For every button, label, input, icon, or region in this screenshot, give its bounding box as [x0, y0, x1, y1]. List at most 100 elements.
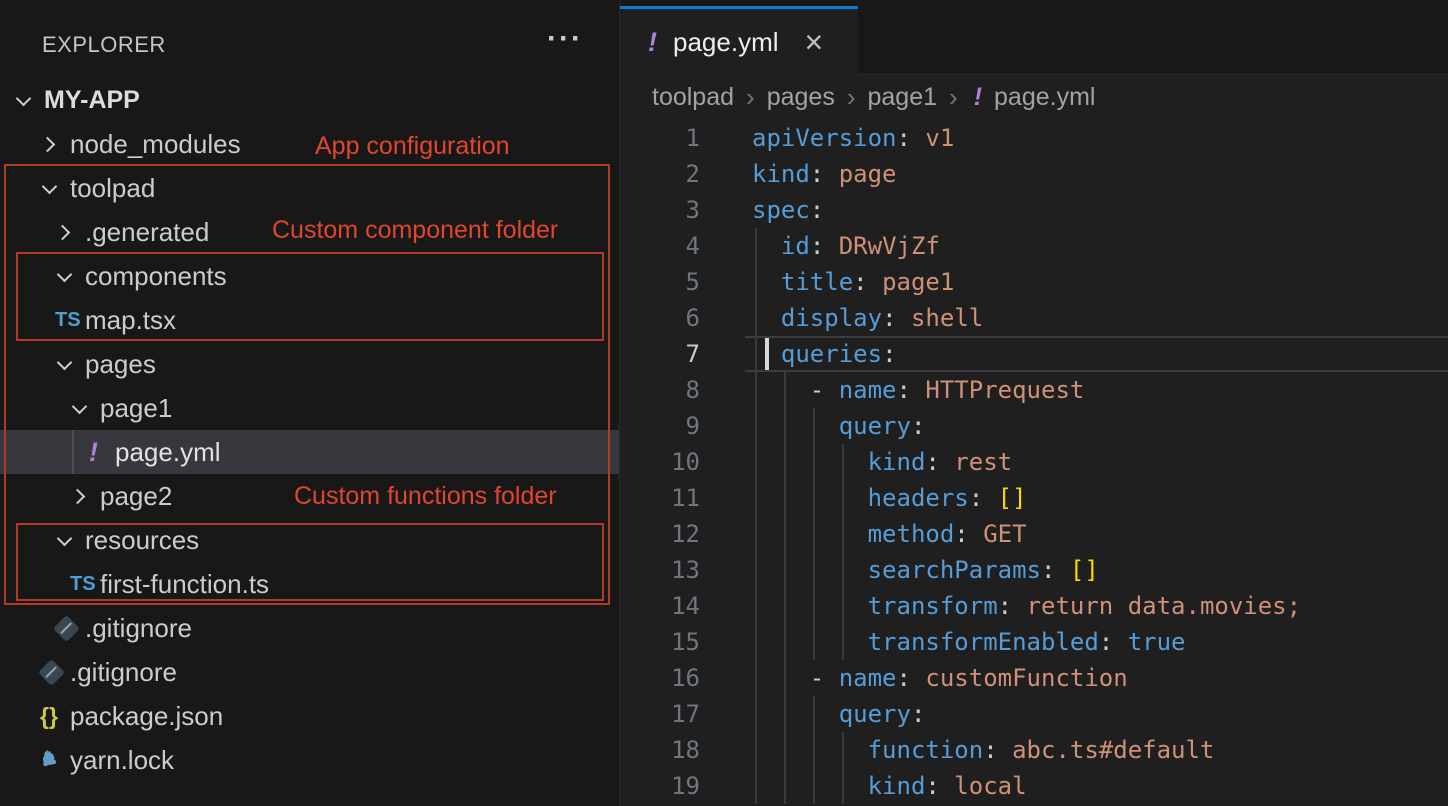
chevron-down-icon [70, 405, 100, 412]
line-number: 2 [620, 160, 700, 188]
typescript-icon: TS [70, 573, 96, 596]
code-line-10[interactable]: 10 kind: rest [620, 444, 1448, 480]
code-line-17[interactable]: 17 query: [620, 696, 1448, 732]
code-line-5[interactable]: 5 title: page1 [620, 264, 1448, 300]
tab-page-yml[interactable]: ! page.yml × [620, 6, 858, 75]
breadcrumb-item-page1[interactable]: page1 [868, 83, 938, 112]
code-text: headers: [] [700, 484, 1027, 512]
tree-label: .generated [85, 217, 209, 248]
tree-label: .gitignore [70, 657, 177, 688]
code-line-6[interactable]: 6 display: shell [620, 300, 1448, 336]
indent-guide [755, 732, 757, 768]
tree-row-page1[interactable]: page1 [0, 386, 619, 430]
code-line-9[interactable]: 9 query: [620, 408, 1448, 444]
tree-row-node_modules[interactable]: node_modules [0, 122, 619, 166]
code-line-1[interactable]: 1apiVersion: v1 [620, 120, 1448, 156]
indent-guide [755, 768, 757, 804]
chevron-down-icon [55, 361, 85, 368]
close-icon[interactable]: × [805, 26, 824, 58]
tree-row-package-json[interactable]: {} package.json [0, 694, 619, 738]
tree-label: pages [85, 349, 156, 380]
tree-label: yarn.lock [70, 745, 174, 776]
indent-guide [842, 444, 844, 480]
indent-guide [842, 732, 844, 768]
indent-guide [755, 372, 757, 408]
indent-guide [842, 480, 844, 516]
tree-row-pages[interactable]: pages [0, 342, 619, 386]
code-line-3[interactable]: 3spec: [620, 192, 1448, 228]
indent-guide [784, 480, 786, 516]
indent-guide [813, 732, 815, 768]
breadcrumb-item-page.yml[interactable]: page.yml [994, 83, 1095, 112]
indent-guide [813, 588, 815, 624]
code-line-15[interactable]: 15 transformEnabled: true [620, 624, 1448, 660]
code-line-2[interactable]: 2kind: page [620, 156, 1448, 192]
json-icon: {} [40, 703, 58, 730]
indent-guide [784, 624, 786, 660]
tree-label: page1 [100, 393, 172, 424]
indent-guide [784, 408, 786, 444]
more-actions-icon[interactable]: ··· [547, 24, 583, 54]
code-text: function: abc.ts#default [700, 736, 1214, 764]
chevron-down-icon [40, 185, 70, 192]
code-area: 1apiVersion: v12kind: page3spec:4 id: DR… [620, 120, 1448, 804]
tree-row-first-function-ts[interactable]: TSfirst-function.ts [0, 562, 619, 606]
indent-guide [755, 408, 757, 444]
line-number: 8 [620, 376, 700, 404]
tree-row-gitignore-root[interactable]: .gitignore [0, 650, 619, 694]
tree-row-resources[interactable]: resources [0, 518, 619, 562]
yml-warning-icon: ! [970, 83, 982, 112]
code-line-19[interactable]: 19 kind: local [620, 768, 1448, 804]
tree-row-components[interactable]: components [0, 254, 619, 298]
code-text: kind: rest [700, 448, 1012, 476]
current-line-highlight [745, 336, 1448, 372]
line-number: 10 [620, 448, 700, 476]
code-line-4[interactable]: 4 id: DRwVjZf [620, 228, 1448, 264]
breadcrumb-item-toolpad[interactable]: toolpad [652, 83, 734, 112]
line-number: 3 [620, 196, 700, 224]
tab-label: page.yml [673, 27, 779, 58]
tree-row-page-yml[interactable]: !page.yml [0, 430, 619, 474]
code-line-16[interactable]: 16 - name: customFunction [620, 660, 1448, 696]
indent-guide [813, 408, 815, 444]
tree-row-gitignore-toolpad[interactable]: .gitignore [0, 606, 619, 650]
tree-label: page2 [100, 481, 172, 512]
code-text: method: GET [700, 520, 1027, 548]
yml-warning-icon: ! [648, 27, 657, 58]
tree-label: package.json [70, 701, 223, 732]
annotation-custom-functions-folder: Custom functions folder [294, 482, 557, 511]
tree-row-toolpad[interactable]: toolpad [0, 166, 619, 210]
typescript-icon: TS [55, 309, 81, 332]
line-number: 14 [620, 592, 700, 620]
code-line-13[interactable]: 13 searchParams: [] [620, 552, 1448, 588]
tree-label: resources [85, 525, 199, 556]
code-text: transform: return data.movies; [700, 592, 1301, 620]
code-text: kind: local [700, 772, 1027, 800]
line-number: 12 [620, 520, 700, 548]
indent-guide [842, 552, 844, 588]
indent-guide [755, 696, 757, 732]
code-text: spec: [700, 196, 824, 224]
code-line-18[interactable]: 18 function: abc.ts#default [620, 732, 1448, 768]
line-number: 18 [620, 736, 700, 764]
code-line-14[interactable]: 14 transform: return data.movies; [620, 588, 1448, 624]
breadcrumb-separator: › [949, 82, 958, 113]
tree-label: toolpad [70, 173, 155, 204]
code-line-8[interactable]: 8 - name: HTTPrequest [620, 372, 1448, 408]
code-text: - name: customFunction [700, 664, 1128, 692]
indent-guide [842, 624, 844, 660]
indent-guide [784, 372, 786, 408]
code-line-12[interactable]: 12 method: GET [620, 516, 1448, 552]
indent-guide [813, 696, 815, 732]
indent-guide [755, 264, 757, 300]
code-line-7[interactable]: 7 queries: [620, 336, 1448, 372]
code-line-11[interactable]: 11 headers: [] [620, 480, 1448, 516]
tree-row-map-tsx[interactable]: TSmap.tsx [0, 298, 619, 342]
tree-row-yarn-lock[interactable]: yarn.lock [0, 738, 619, 782]
code-text: id: DRwVjZf [700, 232, 940, 260]
tree-row-my-app[interactable]: MY-APP [0, 78, 619, 122]
breadcrumb-item-pages[interactable]: pages [767, 83, 835, 112]
code-text: transformEnabled: true [700, 628, 1185, 656]
indent-guide [755, 588, 757, 624]
line-number: 1 [620, 124, 700, 152]
